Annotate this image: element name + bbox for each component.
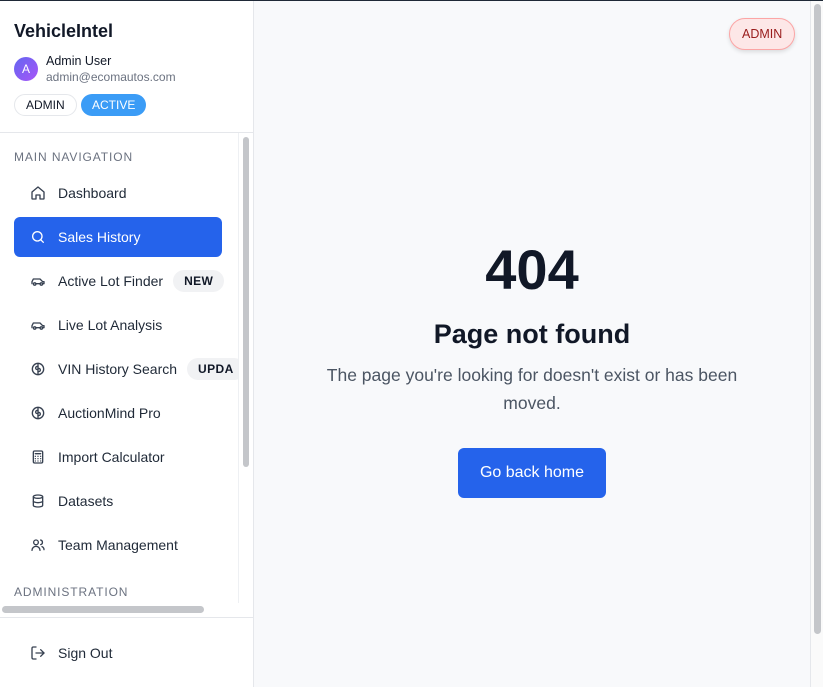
sign-out-icon xyxy=(30,645,46,661)
sidebar-item-import-calculator[interactable]: Import Calculator xyxy=(14,437,222,477)
go-back-home-button[interactable]: Go back home xyxy=(458,448,606,498)
brain-icon xyxy=(30,405,46,421)
users-icon xyxy=(30,537,46,553)
sidebar-item-label: Dashboard xyxy=(58,185,127,201)
sidebar-item-datasets[interactable]: Datasets xyxy=(14,481,222,521)
sidebar-item-label: VIN History Search xyxy=(58,361,178,377)
nav-vertical-scrollbar-thumb[interactable] xyxy=(243,137,249,467)
database-icon xyxy=(30,493,46,509)
user-name: Admin User xyxy=(46,54,112,68)
section-title-administration: ADMINISTRATION xyxy=(14,585,129,599)
sidebar-item-live-lot-analysis[interactable]: Live Lot Analysis xyxy=(14,305,222,345)
sidebar-item-label: Live Lot Analysis xyxy=(58,317,163,333)
sidebar-item-label: Import Calculator xyxy=(58,449,165,465)
car-icon xyxy=(30,317,46,333)
update-tag: UPDA xyxy=(187,358,238,380)
error-message: The page you're looking for doesn't exis… xyxy=(326,365,738,413)
section-title-main-navigation: MAIN NAVIGATION xyxy=(14,150,134,164)
admin-badge[interactable]: ADMIN xyxy=(729,18,796,50)
brain-icon xyxy=(30,361,46,377)
app-title: VehicleIntel xyxy=(14,21,114,41)
nav-scroll-area[interactable]: MAIN NAVIGATION Dashboard Sales History … xyxy=(0,133,239,603)
page-vertical-scrollbar-thumb[interactable] xyxy=(814,4,821,634)
avatar: A xyxy=(14,57,38,81)
error-title: Page not found xyxy=(433,319,631,349)
sidebar-item-vin-history-search[interactable]: VIN History Search UPDA xyxy=(14,349,238,389)
sidebar-item-label: AuctionMind Pro xyxy=(58,405,161,421)
sidebar-item-label: Datasets xyxy=(58,493,114,509)
role-badge: ADMIN xyxy=(14,94,77,116)
sidebar-bottom-divider xyxy=(0,617,253,618)
sidebar-item-label: Team Management xyxy=(58,537,178,553)
sidebar-item-dashboard[interactable]: Dashboard xyxy=(14,173,222,213)
main-content: ADMIN 404 Page not found The page you're… xyxy=(254,1,810,687)
nav-horizontal-scrollbar-thumb[interactable] xyxy=(2,606,204,613)
sidebar-item-team-management[interactable]: Team Management xyxy=(14,525,222,565)
error-code: 404 xyxy=(485,238,579,301)
sidebar-item-label: Sales History xyxy=(58,229,141,245)
status-badge: ACTIVE xyxy=(81,94,147,116)
search-icon xyxy=(30,229,46,245)
sidebar-item-label: Active Lot Finder xyxy=(58,273,164,289)
sidebar: VehicleIntel A Admin User admin@ecomauto… xyxy=(0,1,254,687)
sidebar-item-auctionmind-pro[interactable]: AuctionMind Pro xyxy=(14,393,222,433)
sign-out-label: Sign Out xyxy=(58,645,113,661)
sign-out-button[interactable]: Sign Out xyxy=(14,633,222,673)
home-icon xyxy=(30,185,46,201)
user-email: admin@ecomautos.com xyxy=(46,70,176,84)
new-tag: NEW xyxy=(173,270,225,292)
calculator-icon xyxy=(30,449,46,465)
sidebar-item-active-lot-finder[interactable]: Active Lot Finder NEW xyxy=(14,261,225,301)
sidebar-item-sales-history[interactable]: Sales History xyxy=(14,217,222,257)
car-icon xyxy=(30,273,46,289)
